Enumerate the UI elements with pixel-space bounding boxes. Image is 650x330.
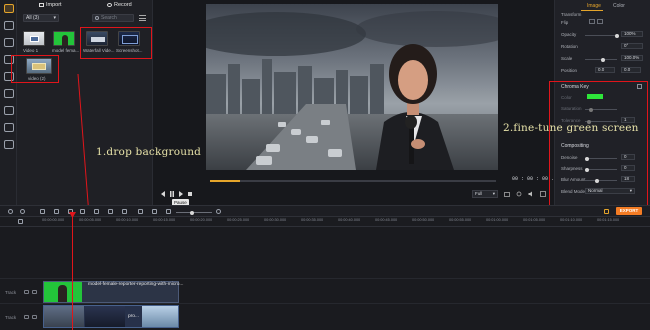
ruler-tick: 00:00:30.000 [264, 218, 287, 222]
lock-icon[interactable] [32, 315, 37, 319]
eye-icon[interactable] [24, 290, 29, 294]
edit-toolbar [0, 205, 650, 217]
ruler-tick: 00:00:05.000 [79, 218, 102, 222]
render-icon[interactable] [604, 209, 609, 214]
cut-icon[interactable] [54, 209, 59, 214]
mark-icon[interactable] [152, 209, 157, 214]
redo-icon[interactable] [20, 209, 25, 214]
ruler-tick: 00:00:15.000 [153, 218, 176, 222]
reverse-icon[interactable] [108, 209, 113, 214]
export-button[interactable]: EXPORT [616, 207, 642, 215]
ruler-tick: 00:00:20.000 [190, 218, 213, 222]
track-label: Track [5, 315, 17, 320]
clip-reporter-name: model-female-reporter-reporting-with-mic… [88, 282, 184, 287]
ruler-tick: 00:01:10.000 [560, 218, 583, 222]
mic-icon[interactable] [138, 209, 143, 214]
ruler-tick: 00:00:40.000 [338, 218, 361, 222]
delete-icon[interactable] [40, 209, 45, 214]
ruler-tick: 00:00:25.000 [227, 218, 250, 222]
ruler-tick: 00:00:50.000 [412, 218, 435, 222]
ruler-tick: 00:00:10.000 [116, 218, 139, 222]
ruler-tick: 00:00:55.000 [449, 218, 472, 222]
zoom-in-icon[interactable] [216, 209, 221, 214]
timeline-ruler[interactable]: 00:00:00.000 00:00:05.000 00:00:10.000 0… [0, 217, 650, 227]
ruler-tick: 00:00:00.000 [42, 218, 65, 222]
clip-background-name: pro... [128, 314, 139, 319]
add-track-icon[interactable] [18, 219, 23, 224]
undo-icon[interactable] [8, 209, 13, 214]
clip-background[interactable]: pro... [43, 305, 179, 328]
crop-icon[interactable] [80, 209, 85, 214]
freeze-icon[interactable] [122, 209, 127, 214]
ruler-tick: 00:00:35.000 [301, 218, 324, 222]
playhead[interactable] [72, 214, 73, 330]
ruler-tick: 00:01:00.000 [486, 218, 509, 222]
ruler-tick: 00:01:15.000 [597, 218, 620, 222]
speed-icon[interactable] [94, 209, 99, 214]
zoom-out-icon[interactable] [166, 209, 171, 214]
eye-icon[interactable] [24, 315, 29, 319]
clip-reporter-thumb [44, 282, 82, 302]
track-label: Track [5, 290, 17, 295]
ruler-tick: 00:01:05.000 [523, 218, 546, 222]
ruler-tick: 00:00:45.000 [375, 218, 398, 222]
zoom-slider[interactable] [176, 210, 212, 215]
lock-icon[interactable] [32, 290, 37, 294]
